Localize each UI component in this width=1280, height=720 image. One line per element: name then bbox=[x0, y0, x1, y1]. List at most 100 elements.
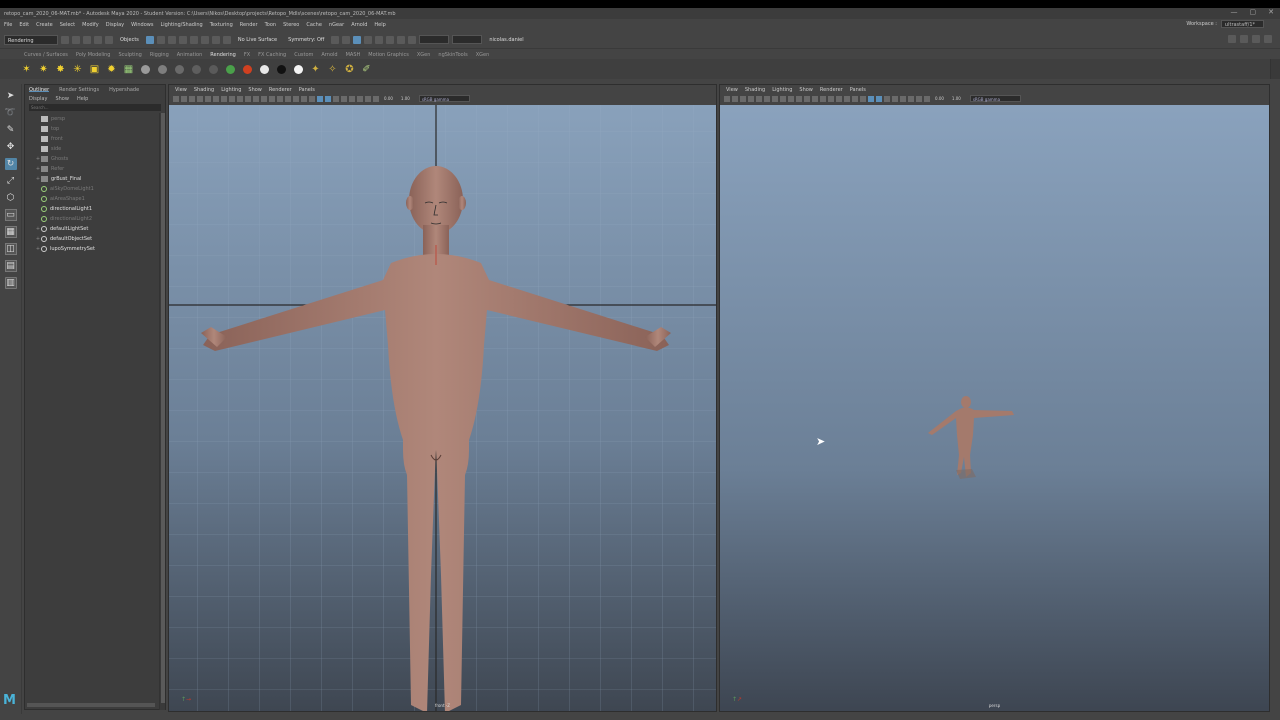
two-view-icon[interactable]: ◫ bbox=[4, 243, 17, 255]
live-surface-field[interactable]: No Live Surface bbox=[234, 37, 281, 43]
outliner-scroll-thumb[interactable] bbox=[161, 113, 165, 703]
outliner-menu-display[interactable]: Display bbox=[29, 96, 47, 102]
persp-toolbar-icon[interactable] bbox=[820, 95, 826, 102]
select-tool-icon[interactable]: ➤ bbox=[5, 90, 17, 102]
four-view-icon[interactable]: ▦ bbox=[4, 226, 17, 238]
front-menu-renderer[interactable]: Renderer bbox=[269, 87, 292, 93]
shelf-scrollbar[interactable] bbox=[1270, 59, 1280, 79]
front-toolbar-icon[interactable] bbox=[277, 95, 283, 102]
shelf-tab-poly-modeling[interactable]: Poly Modeling bbox=[76, 52, 111, 58]
persp-toolbar-icon[interactable] bbox=[892, 95, 898, 102]
history-icon[interactable] bbox=[331, 35, 340, 44]
outliner-item[interactable]: aiSkyDomeLight1 bbox=[25, 184, 165, 194]
front-toolbar-icon[interactable] bbox=[341, 95, 347, 102]
persp-toolbar-icon[interactable] bbox=[868, 95, 874, 102]
persp-toolbar-icon[interactable] bbox=[836, 95, 842, 102]
minimize-button[interactable]: — bbox=[1231, 8, 1238, 16]
front-toolbar-icon[interactable] bbox=[229, 95, 235, 102]
outliner-item[interactable]: + Ghosts bbox=[25, 154, 165, 164]
front-toolbar-icon[interactable] bbox=[357, 95, 363, 102]
front-toolbar-icon[interactable] bbox=[221, 95, 227, 102]
shelf-tab-curves-surfaces[interactable]: Curves / Surfaces bbox=[24, 52, 68, 58]
front-toolbar-icon[interactable] bbox=[309, 95, 315, 102]
persp-toolbar-icon[interactable] bbox=[900, 95, 906, 102]
front-toolbar-icon[interactable] bbox=[253, 95, 259, 102]
expand-toggle-icon[interactable]: + bbox=[35, 156, 41, 162]
outliner-tab-outliner[interactable]: Outliner bbox=[29, 87, 50, 93]
render-view-icon[interactable]: ✦ bbox=[309, 63, 322, 76]
hierarchy-mode-icon[interactable] bbox=[145, 35, 154, 44]
persp-menu-lighting[interactable]: Lighting bbox=[772, 87, 792, 93]
persp-toolbar-icon[interactable] bbox=[772, 95, 778, 102]
menu-lighting-shading[interactable]: Lighting/Shading bbox=[160, 22, 202, 28]
blinn-sphere-icon[interactable] bbox=[156, 63, 169, 76]
attribute-editor-icon[interactable] bbox=[1240, 35, 1248, 43]
front-toolbar-icon[interactable] bbox=[269, 95, 275, 102]
menu-ngear[interactable]: nGear bbox=[329, 22, 344, 28]
shelf-tab-mash[interactable]: MASH bbox=[346, 52, 361, 58]
front-toolbar-icon[interactable] bbox=[373, 95, 379, 102]
persp-view-canvas[interactable] bbox=[720, 105, 1269, 711]
outliner-menu-show[interactable]: Show bbox=[55, 96, 69, 102]
redo-icon[interactable] bbox=[105, 35, 113, 44]
menu-texturing[interactable]: Texturing bbox=[210, 22, 233, 28]
last-tool-icon[interactable]: ⬡ bbox=[5, 192, 17, 204]
front-toolbar-icon[interactable] bbox=[261, 95, 267, 102]
persp-toolbar-icon[interactable] bbox=[828, 95, 834, 102]
numeric-input-field-2[interactable] bbox=[452, 35, 483, 44]
outliner-menu-help[interactable]: Help bbox=[77, 96, 88, 102]
menu-stereo[interactable]: Stereo bbox=[283, 22, 299, 28]
persp-toolbar-icon[interactable] bbox=[860, 95, 866, 102]
persp-toolbar-icon[interactable] bbox=[812, 95, 818, 102]
persp-toolbar-icon[interactable] bbox=[924, 95, 930, 102]
modeling-toolkit-icon[interactable] bbox=[1228, 35, 1236, 43]
lambert-sphere-icon[interactable] bbox=[173, 63, 186, 76]
red-sphere-icon[interactable] bbox=[241, 63, 254, 76]
hypershade-icon[interactable]: ✐ bbox=[360, 63, 373, 76]
front-menu-shading[interactable]: Shading bbox=[194, 87, 214, 93]
front-menu-show[interactable]: Show bbox=[248, 87, 262, 93]
menu-edit[interactable]: Edit bbox=[19, 22, 29, 28]
persp-toolbar-icon[interactable] bbox=[764, 95, 770, 102]
persp-toolbar-icon[interactable] bbox=[884, 95, 890, 102]
snap-curve-icon[interactable] bbox=[189, 35, 198, 44]
persp-colorspace-dropdown[interactable]: sRGB gamma bbox=[969, 95, 1022, 102]
front-near-clip-field[interactable]: 0.00 bbox=[381, 96, 396, 101]
front-toolbar-icon[interactable] bbox=[213, 95, 219, 102]
snap-view-icon[interactable] bbox=[211, 35, 220, 44]
persp-toolbar-icon[interactable] bbox=[788, 95, 794, 102]
front-toolbar-icon[interactable] bbox=[197, 95, 203, 102]
shelf-tab-fx-caching[interactable]: FX Caching bbox=[258, 52, 286, 58]
shelf-tab-ngskintools[interactable]: ngSkinTools bbox=[438, 52, 467, 58]
front-toolbar-icon[interactable] bbox=[349, 95, 355, 102]
sun-light-icon[interactable]: ✶ bbox=[20, 63, 33, 76]
menu-render[interactable]: Render bbox=[240, 22, 258, 28]
persp-viewport[interactable]: ➤ ↑↗ persp bbox=[720, 105, 1269, 711]
save-scene-icon[interactable] bbox=[83, 35, 91, 44]
persp-toolbar-icon[interactable] bbox=[756, 95, 762, 102]
front-toolbar-icon[interactable] bbox=[237, 95, 243, 102]
black-sphere-icon[interactable] bbox=[275, 63, 288, 76]
persp-menu-shading[interactable]: Shading bbox=[745, 87, 765, 93]
maximize-button[interactable]: ▢ bbox=[1250, 8, 1257, 16]
render-view-icon[interactable] bbox=[353, 35, 362, 44]
outliner-item[interactable]: + Refer bbox=[25, 164, 165, 174]
front-far-clip-field[interactable]: 1.00 bbox=[398, 96, 413, 101]
front-toolbar-icon[interactable] bbox=[317, 95, 323, 102]
persp-toolbar-icon[interactable] bbox=[748, 95, 754, 102]
outliner-item[interactable]: side bbox=[25, 144, 165, 154]
single-view-icon[interactable]: ▭ bbox=[4, 209, 17, 221]
outliner-item[interactable]: directionalLight1 bbox=[25, 204, 165, 214]
persp-toolbar-icon[interactable] bbox=[804, 95, 810, 102]
menu-help[interactable]: Help bbox=[374, 22, 385, 28]
scale-tool-icon[interactable]: ⤢ bbox=[5, 175, 17, 187]
undo-icon[interactable] bbox=[94, 35, 102, 44]
front-toolbar-icon[interactable] bbox=[301, 95, 307, 102]
persp-far-clip-field[interactable]: 1.00 bbox=[949, 96, 964, 101]
front-toolbar-icon[interactable] bbox=[173, 95, 179, 102]
render-settings-icon[interactable] bbox=[386, 35, 395, 44]
render-setup-icon[interactable] bbox=[408, 35, 417, 44]
input-ops-icon[interactable] bbox=[342, 35, 351, 44]
snap-point-icon[interactable] bbox=[200, 35, 209, 44]
area-light-icon[interactable]: ✳ bbox=[71, 63, 84, 76]
